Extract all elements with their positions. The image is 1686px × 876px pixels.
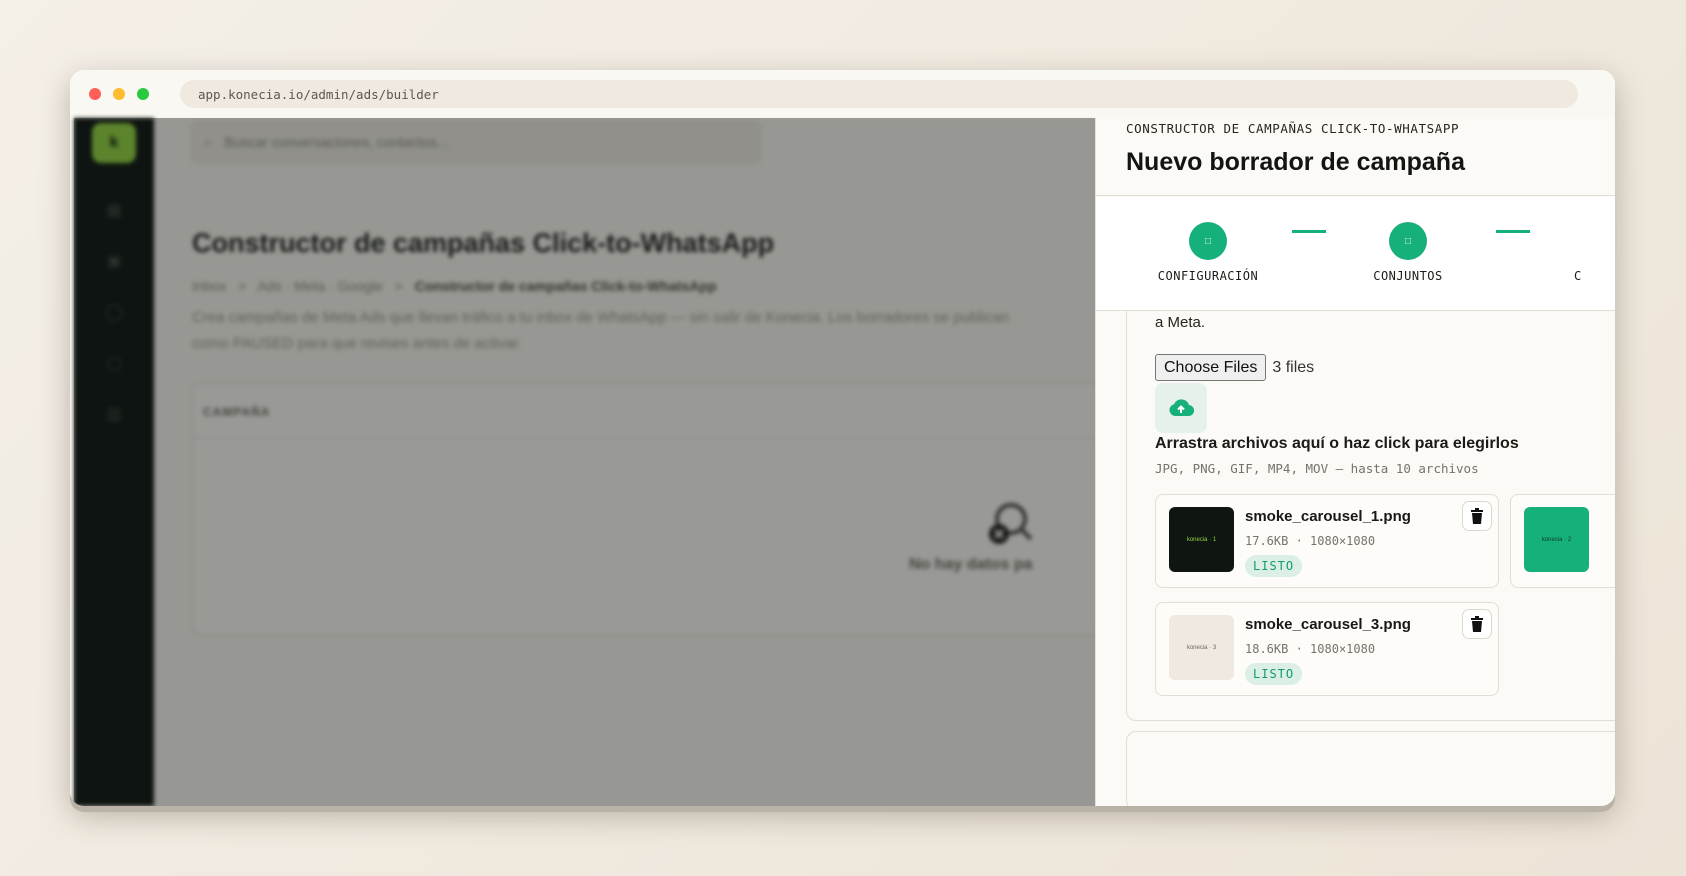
step-third[interactable]: C: [1574, 222, 1604, 283]
stepper: □ CONFIGURACIÓN □ CONJUNTOS C: [1096, 197, 1615, 311]
step-check-icon: □: [1189, 222, 1227, 260]
file-meta: 17.6KB · 1080×1080: [1245, 534, 1375, 548]
app-viewport: k ▦ ▣ ◯ ▢ ▥ ⌕ Buscar conversaciones, con…: [74, 118, 1615, 806]
url-text: app.konecia.io/admin/ads/builder: [198, 86, 439, 102]
drawer-body: a Meta. Choose Files 3 files Arrastra ar…: [1096, 311, 1615, 806]
file-input[interactable]: Choose Files 3 files: [1155, 354, 1314, 381]
next-section-card: [1126, 731, 1615, 806]
dropzone-hint: JPG, PNG, GIF, MP4, MOV — hasta 10 archi…: [1155, 461, 1479, 476]
address-bar[interactable]: app.konecia.io/admin/ads/builder: [180, 80, 1578, 108]
section-note: a Meta.: [1155, 314, 1206, 331]
file-card: konecia · 1 smoke_carousel_1.png 17.6KB …: [1155, 494, 1499, 588]
file-dimensions: 1080×1080: [1310, 534, 1376, 548]
step-conjuntos[interactable]: □ CONJUNTOS: [1358, 222, 1458, 283]
drawer-title: Nuevo borrador de campaña: [1126, 148, 1465, 176]
trash-icon: [1471, 616, 1483, 632]
step-connector: [1496, 230, 1530, 233]
step-configuracion[interactable]: □ CONFIGURACIÓN: [1148, 222, 1268, 283]
drawer-eyebrow: CONSTRUCTOR DE CAMPAÑAS CLICK-TO-WHATSAP…: [1126, 121, 1460, 136]
step-label: C: [1574, 269, 1582, 283]
dropzone-title: Arrastra archivos aquí o haz click para …: [1155, 435, 1519, 452]
delete-file-button[interactable]: [1462, 501, 1492, 531]
file-dimensions: 1080×1080: [1310, 642, 1376, 656]
file-card: konecia · 2: [1510, 494, 1615, 588]
delete-file-button[interactable]: [1462, 609, 1492, 639]
step-check-icon: □: [1389, 222, 1427, 260]
trash-icon: [1471, 508, 1483, 524]
browser-window: app.konecia.io/admin/ads/builder k ▦ ▣ ◯…: [70, 70, 1615, 806]
campaign-builder-drawer: CONSTRUCTOR DE CAMPAÑAS CLICK-TO-WHATSAP…: [1095, 118, 1615, 806]
dropzone-upload-button[interactable]: [1155, 383, 1207, 433]
file-size: 17.6KB: [1245, 534, 1289, 548]
file-meta: 18.6KB · 1080×1080: [1245, 642, 1375, 656]
status-badge: LISTO: [1245, 663, 1303, 685]
meta-separator: ·: [1295, 534, 1311, 548]
drawer-header: CONSTRUCTOR DE CAMPAÑAS CLICK-TO-WHATSAP…: [1096, 118, 1615, 196]
file-count: 3 files: [1272, 358, 1315, 376]
file-thumbnail: konecia · 1: [1169, 507, 1234, 572]
file-name: smoke_carousel_1.png: [1245, 508, 1411, 525]
file-card: konecia · 3 smoke_carousel_3.png 18.6KB …: [1155, 602, 1499, 696]
step-connector: [1292, 230, 1326, 233]
choose-files-button[interactable]: Choose Files: [1155, 354, 1267, 381]
thumbnail-label: konecia · 2: [1541, 536, 1572, 543]
file-thumbnail: konecia · 2: [1524, 507, 1589, 572]
minimize-window-button[interactable]: [113, 88, 125, 100]
close-window-button[interactable]: [89, 88, 101, 100]
cloud-upload-icon: [1169, 399, 1194, 417]
thumbnail-label: konecia · 3: [1186, 644, 1217, 651]
file-size: 18.6KB: [1245, 642, 1289, 656]
step-label: CONFIGURACIÓN: [1157, 269, 1259, 283]
file-name: smoke_carousel_3.png: [1245, 616, 1411, 633]
thumbnail-label: konecia · 1: [1186, 536, 1217, 543]
browser-titlebar: app.konecia.io/admin/ads/builder: [70, 70, 1615, 118]
step-label: CONJUNTOS: [1373, 269, 1443, 283]
status-badge: LISTO: [1245, 555, 1303, 577]
modal-backdrop[interactable]: [74, 118, 1095, 806]
file-thumbnail: konecia · 3: [1169, 615, 1234, 680]
maximize-window-button[interactable]: [137, 88, 149, 100]
meta-separator: ·: [1295, 642, 1311, 656]
